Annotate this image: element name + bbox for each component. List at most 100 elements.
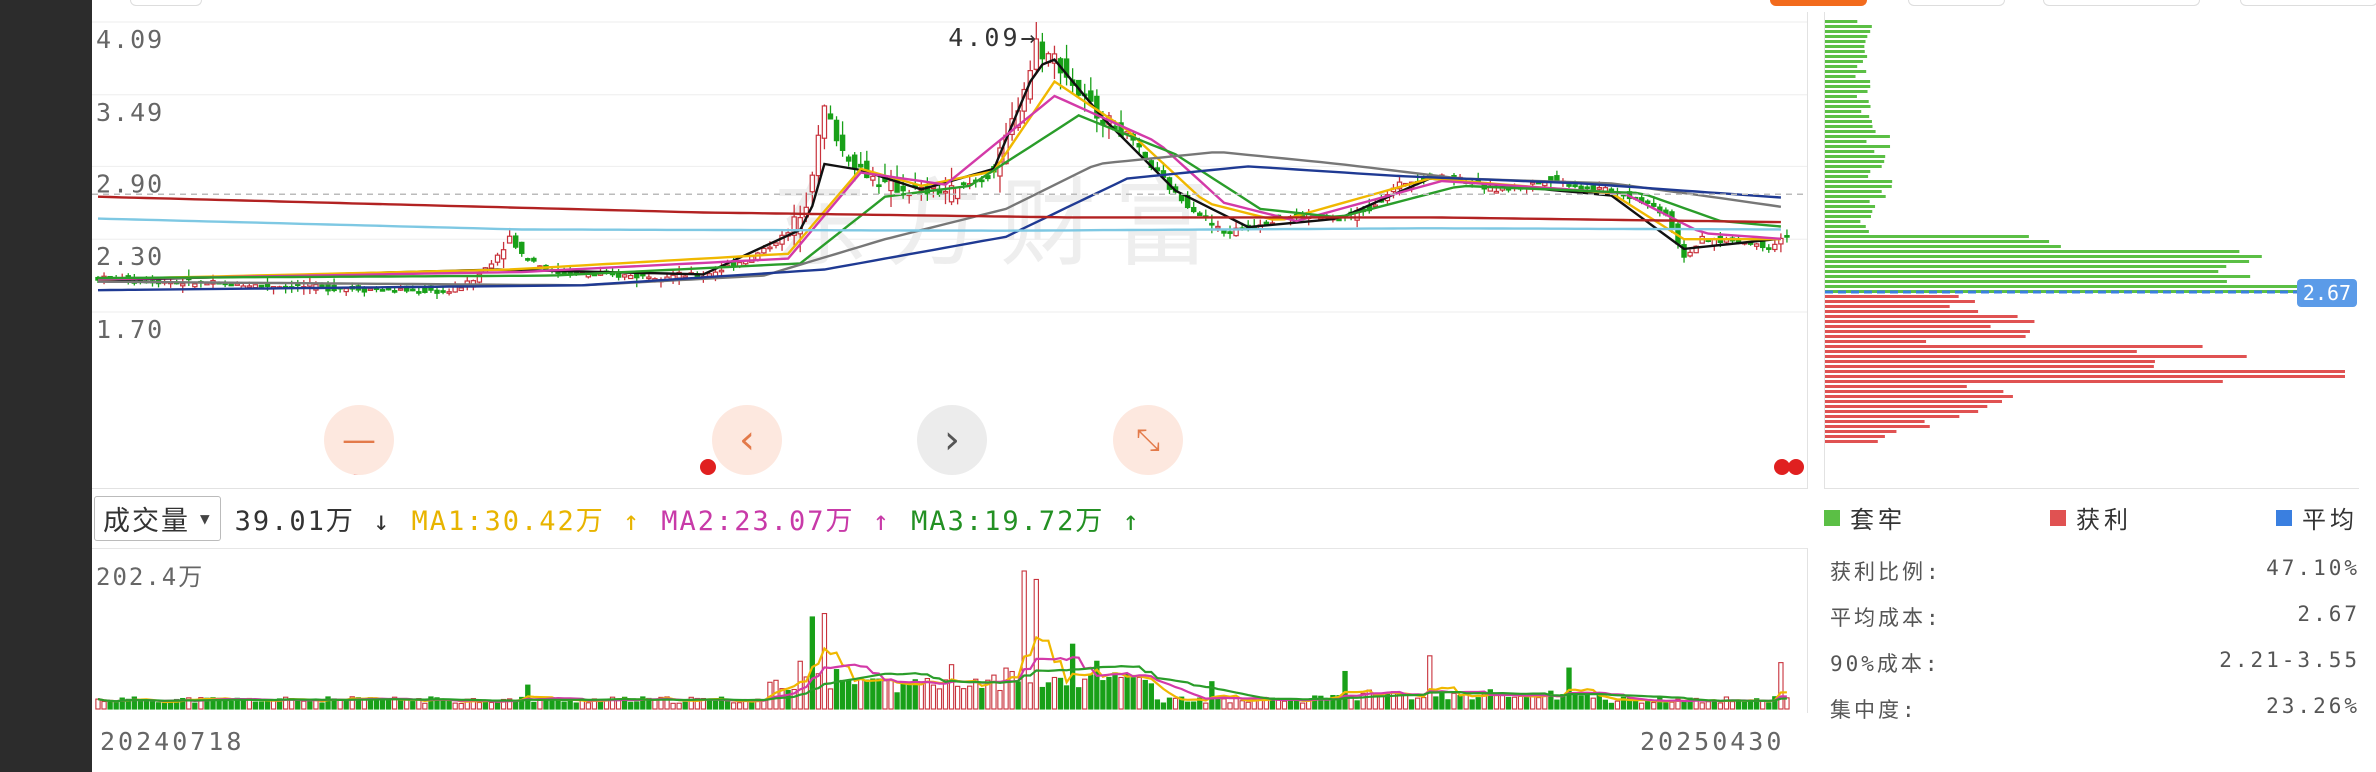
trapped-bar bbox=[1825, 20, 1858, 23]
volume-bar-down bbox=[446, 700, 452, 710]
volume-bar-up bbox=[1275, 699, 1282, 710]
candle-up bbox=[942, 190, 949, 194]
profit-bar bbox=[1825, 310, 1979, 313]
volume-bar-up bbox=[301, 700, 307, 710]
volume-bar-down bbox=[379, 699, 386, 710]
trapped-bar bbox=[1825, 240, 2050, 243]
profit-bar bbox=[1825, 350, 2137, 353]
profit-bar bbox=[1825, 320, 2035, 323]
volume-bar-down bbox=[1578, 695, 1584, 710]
next-button[interactable]: › bbox=[917, 405, 987, 475]
volume-bar-up bbox=[585, 702, 592, 710]
candle-down bbox=[634, 273, 640, 279]
stat-label: 获利比例: bbox=[1830, 560, 1942, 584]
trapped-bar bbox=[1825, 150, 1875, 153]
event-marker-dot bbox=[1774, 459, 1790, 475]
trapped-bar bbox=[1825, 205, 1876, 208]
volume-bar-up bbox=[1203, 702, 1209, 710]
volume-max-label: 202.4万 bbox=[96, 563, 204, 591]
candle-down bbox=[1197, 212, 1203, 216]
prev-button[interactable]: ‹ bbox=[712, 405, 782, 475]
candle-down bbox=[319, 284, 325, 288]
volume-bar-up bbox=[1614, 700, 1621, 710]
start-date-label: 20240718 bbox=[100, 727, 245, 756]
profit-bar bbox=[1825, 410, 1979, 413]
volume-bar-down bbox=[252, 701, 259, 710]
volume-bar-down bbox=[845, 680, 852, 710]
volume-bar-down bbox=[1554, 699, 1560, 710]
volume-bar-down bbox=[1439, 690, 1445, 710]
volume-bar-down bbox=[1293, 699, 1300, 710]
volume-bar-up bbox=[1415, 697, 1421, 710]
volume-chart[interactable]: 202.4万 bbox=[92, 548, 1808, 713]
profit-bar bbox=[1825, 430, 1897, 433]
candle-up bbox=[506, 235, 513, 244]
candle-up bbox=[252, 284, 259, 289]
volume-bar-up bbox=[458, 702, 464, 710]
candle-down bbox=[1590, 185, 1596, 191]
price-axis-labels: 4.093.492.902.301.70 bbox=[96, 25, 164, 344]
candle-down bbox=[1644, 200, 1651, 204]
volume-bar-up bbox=[882, 680, 888, 710]
top-tab-stub[interactable] bbox=[2240, 0, 2376, 6]
candle-up bbox=[494, 254, 501, 263]
legend-average: 平均 bbox=[2276, 500, 2358, 535]
volume-bar-up bbox=[1723, 696, 1730, 710]
volume-bar-down bbox=[1324, 700, 1330, 710]
price-axis-label: 2.30 bbox=[96, 242, 164, 271]
volume-bar-down bbox=[1184, 701, 1191, 710]
profit-bar bbox=[1825, 380, 2223, 383]
trapped-bar bbox=[1825, 235, 2029, 238]
volume-bar-down bbox=[1130, 677, 1136, 710]
candle-down bbox=[1784, 235, 1790, 238]
profit-swatch-icon bbox=[2050, 509, 2066, 526]
top-tab-active-stub[interactable] bbox=[1770, 0, 1867, 6]
collapse-button[interactable]: ⤡ bbox=[1113, 405, 1183, 475]
volume-indicator-select[interactable]: 成交量 ▼ bbox=[94, 495, 221, 541]
profit-bar bbox=[1825, 360, 2155, 363]
volume-bar-down bbox=[161, 702, 168, 710]
volume-bar-down bbox=[192, 702, 198, 710]
trapped-bar bbox=[1825, 210, 1873, 213]
trapped-bar bbox=[1825, 180, 1893, 183]
volume-bar-down bbox=[1632, 700, 1639, 710]
volume-bar-down bbox=[833, 669, 840, 710]
top-tab-stub[interactable] bbox=[130, 0, 202, 6]
candle-down bbox=[960, 182, 967, 186]
volume-bar-down bbox=[1572, 694, 1578, 710]
volume-bar-up bbox=[1390, 691, 1397, 710]
volume-bar-up bbox=[1511, 696, 1518, 710]
volume-bar-down bbox=[1154, 699, 1161, 710]
candle-up bbox=[458, 287, 464, 292]
candle-down bbox=[1651, 202, 1657, 207]
profit-bar bbox=[1825, 315, 2018, 318]
candle-down bbox=[1760, 240, 1766, 249]
volume-bar-down bbox=[1523, 695, 1530, 710]
volume-bar-down bbox=[906, 683, 912, 710]
volume-bar-down bbox=[1100, 680, 1106, 710]
price-axis-label: 3.49 bbox=[96, 98, 164, 127]
volume-bar-down bbox=[1747, 700, 1754, 710]
profit-bar bbox=[1825, 295, 1959, 298]
chip-distribution-chart[interactable]: 2.67 bbox=[1824, 12, 2359, 489]
trapped-bar bbox=[1825, 95, 1857, 98]
volume-bar-up bbox=[101, 700, 107, 710]
trapped-swatch-icon bbox=[1824, 509, 1840, 526]
volume-bar-up bbox=[973, 678, 979, 710]
top-tab-stub[interactable] bbox=[2043, 0, 2200, 6]
trapped-bar bbox=[1825, 250, 2240, 253]
profit-bar bbox=[1825, 355, 2247, 358]
candle-down bbox=[385, 287, 392, 291]
volume-bar-up bbox=[954, 685, 961, 710]
legend-profit-label: 获利 bbox=[2076, 506, 2132, 534]
volume-bar-up bbox=[337, 699, 343, 710]
volume-bar-up bbox=[488, 701, 495, 710]
volume-bar-down bbox=[839, 679, 846, 710]
volume-bar-up bbox=[821, 612, 828, 710]
volume-bar-up bbox=[476, 701, 483, 710]
top-tab-stub[interactable] bbox=[1908, 0, 2005, 6]
trapped-bar bbox=[1825, 90, 1868, 93]
volume-bar-down bbox=[113, 701, 119, 710]
minus-button[interactable]: — bbox=[324, 405, 394, 475]
volume-select-label: 成交量 bbox=[103, 505, 190, 537]
